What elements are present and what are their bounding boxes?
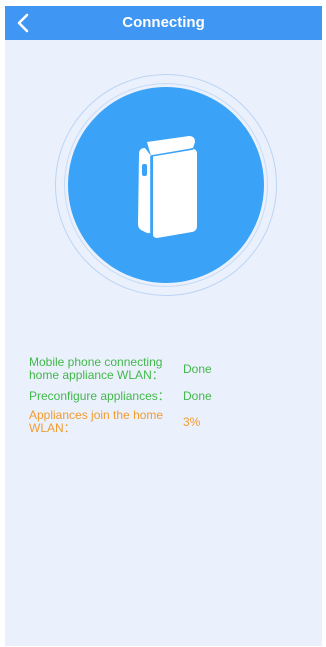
- step-status: Done: [183, 362, 212, 376]
- step-status: Done: [183, 389, 212, 403]
- page-title: Connecting: [122, 14, 205, 31]
- step-label: Appliances join the home WLAN：: [29, 408, 164, 435]
- step-progress: 3%: [183, 415, 201, 429]
- navigation-bar: Connecting: [5, 6, 322, 40]
- step-label: Preconfigure appliances：: [29, 389, 170, 403]
- appliance-illustration: [55, 74, 277, 296]
- connecting-screen: Connecting Mobile phone connecting home …: [5, 6, 322, 646]
- portable-air-conditioner-icon: [138, 136, 197, 238]
- step-label: Mobile phone connecting home appliance W…: [29, 355, 164, 382]
